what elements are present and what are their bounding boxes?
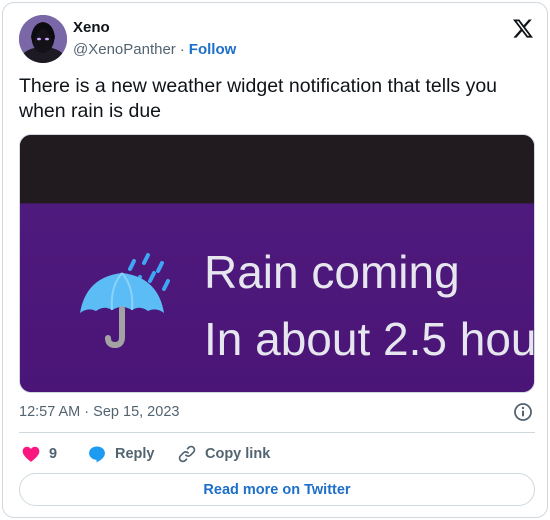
tweet-timestamp[interactable]: 12:57 AM · Sep 15, 2023 (19, 404, 179, 420)
read-more-button[interactable]: Read more on Twitter (19, 473, 535, 506)
author-handle-line: @XenoPanther · Follow (73, 41, 236, 58)
copy-link-label: Copy link (205, 446, 271, 462)
copy-link-button[interactable]: Copy link (177, 443, 270, 465)
tweet-media-image[interactable]: Rain coming In about 2.5 hours (19, 134, 535, 393)
x-logo-icon[interactable] (511, 17, 535, 41)
link-icon (178, 445, 196, 463)
notification-title: Rain coming (204, 246, 460, 298)
heart-icon (22, 446, 40, 462)
separator-dot: · (179, 41, 185, 58)
follow-button[interactable]: Follow (189, 41, 237, 58)
umbrella-rain-icon (70, 243, 180, 353)
author-handle[interactable]: @XenoPanther (73, 41, 176, 58)
tweet-text: There is a new weather widget notificati… (19, 75, 498, 122)
reply-button[interactable]: Reply (87, 443, 155, 465)
tweet-date: Sep 15, 2023 (93, 404, 180, 420)
author-name[interactable]: Xeno (73, 19, 110, 36)
divider (19, 432, 535, 433)
like-button[interactable]: 9 (21, 443, 57, 465)
like-count: 9 (49, 446, 58, 462)
media-top-bar (20, 135, 534, 204)
tweet-time: 12:57 AM (19, 404, 81, 420)
info-icon[interactable] (513, 402, 533, 422)
tweet-card: Xeno @XenoPanther · Follow There is a new … (2, 2, 548, 518)
speech-bubble-icon (89, 446, 105, 463)
avatar[interactable] (19, 15, 67, 63)
separator-dot: · (84, 404, 90, 420)
reply-label: Reply (115, 446, 155, 462)
notification-subtitle: In about 2.5 hours (204, 313, 535, 365)
